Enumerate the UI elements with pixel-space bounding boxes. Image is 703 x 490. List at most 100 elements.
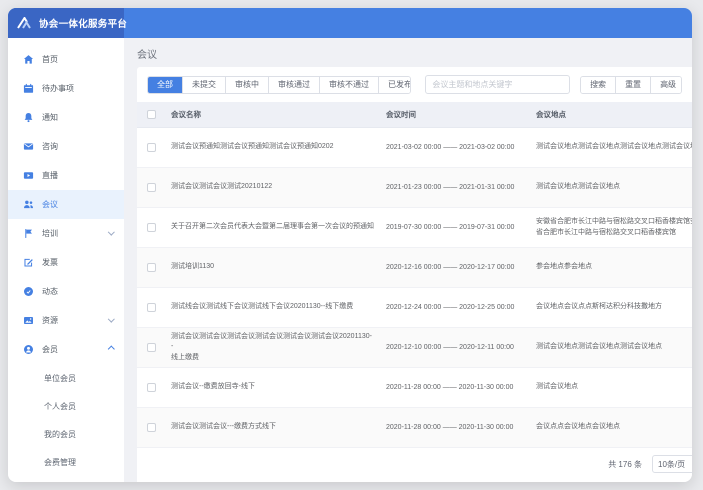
- resource-icon: [22, 315, 34, 327]
- row-checkbox[interactable]: [147, 423, 156, 432]
- table-row[interactable]: 测试会议--缴费放回寺-线下2020-11-28 00:00 —— 2020-1…: [137, 368, 692, 408]
- row-checkbox[interactable]: [147, 223, 156, 232]
- sidebar-item-resource[interactable]: 资源: [8, 306, 124, 335]
- row-checkbox[interactable]: [147, 183, 156, 192]
- row-checkbox[interactable]: [147, 303, 156, 312]
- meeting-location-cell: 安徽省合肥市长江中路与宿松路交叉口稻香楼宾馆安徽 省合肥市长江中路与宿松路交叉口…: [530, 217, 692, 239]
- sidebar-item-label: 发票: [42, 257, 58, 268]
- sidebar-item-member[interactable]: 会员: [8, 335, 124, 364]
- top-header-bar: 协会一体化服务平台: [8, 8, 692, 38]
- chevron-down-icon: [108, 229, 114, 235]
- meeting-location-cell: 参会地点参会地点: [530, 262, 692, 273]
- app-logo-icon: [17, 17, 34, 29]
- meeting-time-cell: 2021-01-23 00:00 —— 2021-01-31 00:00: [380, 184, 530, 191]
- sidebar-item-label: 会议: [42, 199, 58, 210]
- column-header-time: 会议时间: [380, 109, 530, 120]
- filter-toolbar: 全部未提交审核中审核通过审核不通过已发布 搜索重置高级: [137, 67, 692, 102]
- meeting-location-cell: 测试会议地点测试会议地点测试会议地点测试会议地: [530, 142, 692, 153]
- sidebar-item-label: 会员: [42, 344, 58, 355]
- sidebar-item-live[interactable]: 直播: [8, 161, 124, 190]
- sidebar-item-label: 通知: [42, 112, 58, 123]
- activity-icon: [22, 286, 34, 298]
- search-action-group: 搜索重置高级: [580, 76, 682, 94]
- row-checkbox[interactable]: [147, 143, 156, 152]
- meeting-name-cell: 测试会议测试会议测试20210122: [165, 182, 380, 193]
- table-row[interactable]: 测试会议测试会议测试202101222021-01-23 00:00 —— 20…: [137, 168, 692, 208]
- search-input[interactable]: [425, 75, 570, 94]
- sidebar-item-training[interactable]: 培训: [8, 219, 124, 248]
- table-row[interactable]: 测试线会议测试线下会议测试线下会议20201130--线下缴费2020-12-2…: [137, 288, 692, 328]
- sidebar-item-label: 首页: [42, 54, 58, 65]
- sidebar-item-bell[interactable]: 通知: [8, 103, 124, 132]
- filter-tab-4[interactable]: 审核不通过: [319, 77, 378, 93]
- pagination-bar: 共 176 条 10条/页: [137, 448, 692, 482]
- meeting-time-cell: 2020-11-28 00:00 —— 2020-11-30 00:00: [380, 384, 530, 391]
- sidebar-item-label: 咨询: [42, 141, 58, 152]
- member-icon: [22, 344, 34, 356]
- filter-tab-2[interactable]: 审核中: [225, 77, 268, 93]
- meeting-name-cell: 测试线会议测试线下会议测试线下会议20201130--线下缴费: [165, 302, 380, 313]
- meeting-time-cell: 2020-12-10 00:00 —— 2020-12-11 00:00: [380, 344, 530, 351]
- filter-tab-0[interactable]: 全部: [148, 77, 182, 93]
- meeting-icon: [22, 199, 34, 211]
- meeting-name-cell: 测试会议预通知测试会议预通知测试会议预通知0202: [165, 142, 380, 153]
- table-row[interactable]: 关于召开第二次会员代表大会暨第二届理事会第一次会议的预通知2019-07-30 …: [137, 208, 692, 248]
- bell-icon: [22, 112, 34, 124]
- sidebar-item-home[interactable]: 首页: [8, 45, 124, 74]
- table-row[interactable]: 测试会议测试会议---缴费方式线下2020-11-28 00:00 —— 202…: [137, 408, 692, 448]
- reset-button[interactable]: 重置: [615, 77, 650, 93]
- status-filter-group: 全部未提交审核中审核通过审核不通过已发布: [147, 76, 411, 94]
- sidebar-subitem[interactable]: 我的会员: [8, 420, 124, 448]
- meeting-location-cell: 测试会议地点测试会议地点: [530, 182, 692, 193]
- page-size-value: 10条/页: [658, 459, 685, 470]
- select-all-checkbox[interactable]: [147, 110, 156, 119]
- meeting-name-cell: 测试培训1130: [165, 262, 380, 273]
- table-row[interactable]: 测试会议测试会议测试会议测试会议测试会议测试会议20201130-- 线上缴费2…: [137, 328, 692, 368]
- row-checkbox[interactable]: [147, 343, 156, 352]
- sidebar-item-label: 培训: [42, 228, 58, 239]
- meeting-time-cell: 2020-12-24 00:00 —— 2020-12-25 00:00: [380, 304, 530, 311]
- header-filler: [124, 8, 692, 38]
- meetings-table: 会议名称会议时间会议地点测试会议预通知测试会议预通知测试会议预通知0202202…: [137, 102, 692, 448]
- main-content: 会议 全部未提交审核中审核通过审核不通过已发布 搜索重置高级 会议名称会议时间会…: [124, 38, 692, 482]
- chevron-down-icon: [108, 316, 114, 322]
- table-header-row: 会议名称会议时间会议地点: [137, 102, 692, 128]
- row-checkbox[interactable]: [147, 263, 156, 272]
- meeting-location-cell: 测试会议地点: [530, 382, 692, 393]
- meeting-name-cell: 关于召开第二次会员代表大会暨第二届理事会第一次会议的预通知: [165, 222, 380, 233]
- app-title: 协会一体化服务平台: [39, 16, 127, 30]
- content-card: 全部未提交审核中审核通过审核不通过已发布 搜索重置高级 会议名称会议时间会议地点…: [137, 67, 692, 482]
- meeting-time-cell: 2019-07-30 00:00 —— 2019-07-31 00:00: [380, 224, 530, 231]
- sidebar-item-mail[interactable]: 咨询: [8, 132, 124, 161]
- sidebar-item-activity[interactable]: 动态: [8, 277, 124, 306]
- chevron-up-icon: [108, 346, 114, 352]
- total-count-label: 共 176 条: [608, 459, 642, 470]
- sidebar-item-calendar[interactable]: 待办事项: [8, 74, 124, 103]
- page-size-select[interactable]: 10条/页: [652, 455, 692, 473]
- meeting-name-cell: 测试会议测试会议---缴费方式线下: [165, 422, 380, 433]
- sidebar-subitem[interactable]: 单位会员: [8, 364, 124, 392]
- home-icon: [22, 54, 34, 66]
- meeting-location-cell: 测试会议地点测试会议地点测试会议地点: [530, 342, 692, 353]
- sidebar-subitem[interactable]: 个人会员: [8, 392, 124, 420]
- filter-tab-5[interactable]: 已发布: [378, 77, 411, 93]
- table-row[interactable]: 测试培训11302020-12-16 00:00 —— 2020-12-17 0…: [137, 248, 692, 288]
- filter-tab-1[interactable]: 未提交: [182, 77, 225, 93]
- meeting-time-cell: 2020-11-28 00:00 —— 2020-11-30 00:00: [380, 424, 530, 431]
- meeting-location-cell: 会议点点会议地点会议地点: [530, 422, 692, 433]
- page-title: 会议: [124, 38, 692, 67]
- meeting-name-cell: 测试会议测试会议测试会议测试会议测试会议测试会议20201130-- 线上缴费: [165, 332, 380, 364]
- sidebar-item-meeting[interactable]: 会议: [8, 190, 124, 219]
- search-button[interactable]: 搜索: [581, 77, 615, 93]
- sidebar-item-invoice[interactable]: 发票: [8, 248, 124, 277]
- calendar-icon: [22, 83, 34, 95]
- advanced-button[interactable]: 高级: [650, 77, 682, 93]
- sidebar: 首页待办事项通知咨询直播会议培训发票动态资源会员单位会员个人会员我的会员会费管理: [8, 38, 124, 482]
- filter-tab-3[interactable]: 审核通过: [268, 77, 319, 93]
- row-checkbox[interactable]: [147, 383, 156, 392]
- table-row[interactable]: 测试会议预通知测试会议预通知测试会议预通知02022021-03-02 00:0…: [137, 128, 692, 168]
- meeting-location-cell: 会议地点会议点点斯柯达积分科技撒地方: [530, 302, 692, 313]
- column-header-location: 会议地点: [530, 109, 692, 121]
- sidebar-subitem[interactable]: 会费管理: [8, 448, 124, 476]
- meeting-name-cell: 测试会议--缴费放回寺-线下: [165, 382, 380, 393]
